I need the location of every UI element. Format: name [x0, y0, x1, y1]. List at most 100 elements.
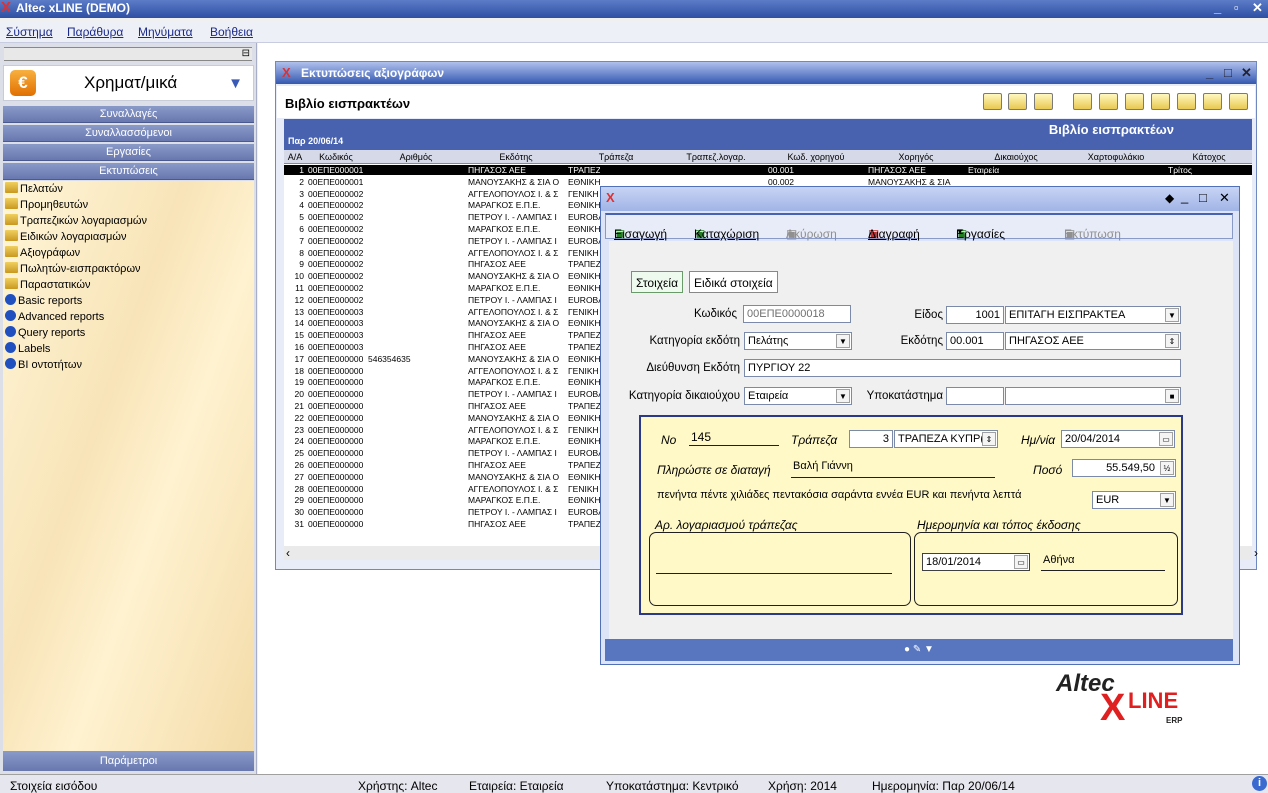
sidebar-section-partners[interactable]: Συναλλασσόμενοι [3, 125, 254, 142]
sidebar-item-query-reports[interactable]: Query reports [5, 326, 85, 339]
calendar-icon[interactable]: ▭ [1014, 555, 1028, 569]
diamond-icon[interactable]: ◆ [1165, 191, 1174, 205]
branch-select[interactable]: ■ [1005, 387, 1181, 405]
chevron-down-icon[interactable]: ▼ [228, 75, 243, 92]
wrench-icon[interactable]: ✎ [913, 644, 921, 655]
scroll-right-icon[interactable]: › [1254, 546, 1258, 560]
cheque-amount-field[interactable]: 55.549,50 ½ [1072, 459, 1176, 477]
scroll-left-icon[interactable]: ‹ [286, 546, 290, 560]
cheque-no-label: Νο [661, 433, 677, 447]
dropdown-arrow-icon[interactable]: ■ [1165, 389, 1179, 403]
table-cell: 2 [299, 176, 304, 187]
restore-icon[interactable]: ▫ [1234, 0, 1239, 15]
dropdown-arrow-icon[interactable]: ▼ [924, 644, 934, 655]
sidebar-item-documents[interactable]: Παραστατικών [5, 278, 91, 291]
menu-help[interactable]: Βοήθεια [210, 25, 253, 39]
cheque-payee-field[interactable]: Βαλή Γιάννη [793, 460, 853, 472]
calculator-icon[interactable]: ½ [1160, 461, 1174, 475]
issuer-code-field[interactable]: 00.001 [946, 332, 1004, 350]
pin-icon[interactable]: ⊟ [242, 48, 250, 59]
sidebar-item-bank-accounts[interactable]: Τραπεζικών λογαριασμών [5, 214, 147, 227]
close-icon[interactable]: ✕ [1241, 65, 1252, 81]
code-field[interactable]: 00ΕΠΕ0000018 [743, 305, 851, 323]
bank-account-label: Αρ. λογαριασμού τράπεζας [655, 518, 798, 532]
issuer-address-field[interactable]: ΠΥΡΓΙΟΥ 22 [744, 359, 1181, 377]
cheque-no-field[interactable]: 145 [691, 430, 711, 444]
sidebar-item-advanced-reports[interactable]: Advanced reports [5, 310, 104, 323]
report-window-titlebar[interactable]: X Εκτυπώσεις αξιογράφων _ □ ✕ [276, 62, 1256, 84]
settings-icon[interactable] [1073, 93, 1092, 110]
sidebar-item-suppliers[interactable]: Προμηθευτών [5, 198, 88, 211]
sidebar-item-salesmen[interactable]: Πωλητών-εισπρακτόρων [5, 262, 141, 275]
calendar-icon[interactable]: ▭ [1159, 432, 1173, 446]
cheque-bank-code-field[interactable]: 3 [849, 430, 893, 448]
tab-special-details[interactable]: Ειδικά στοιχεία [689, 271, 778, 293]
minimize-icon[interactable]: _ [1214, 0, 1221, 15]
sidebar-parameters-button[interactable]: Παράμετροι [3, 751, 254, 771]
branch-code-field[interactable] [946, 387, 1004, 405]
app-title: Altec xLINE (DEMO) [16, 1, 131, 15]
sidebar-section-tasks[interactable]: Εργασίες [3, 144, 254, 161]
menu-messages[interactable]: Μηνύματα [138, 25, 193, 39]
export-icon[interactable] [1099, 93, 1118, 110]
minimize-icon[interactable]: _ [1206, 65, 1213, 80]
minimize-icon[interactable]: _ [1181, 189, 1188, 204]
cheque-bank-select[interactable]: ΤΡΑΠΕΖΑ ΚΥΠΡ(⇕ [894, 430, 998, 448]
print-icon[interactable] [1203, 93, 1222, 110]
sidebar-section-transactions[interactable]: Συναλλαγές [3, 106, 254, 123]
sidebar-item-labels[interactable]: Labels [5, 342, 50, 355]
exit-icon[interactable] [1229, 93, 1248, 110]
table-cell: 00ΕΠΕ000002 [308, 235, 364, 246]
table-cell: 00ΕΠΕ000000 [308, 519, 364, 529]
table-cell: ΕΘΝΙΚΗ ΤΡΑΠΕΖΑ [568, 176, 600, 187]
maximize-icon[interactable]: □ [1224, 65, 1232, 80]
issue-place-field[interactable]: Αθήνα [1043, 554, 1074, 566]
dropdown-arrow-icon[interactable]: ▼ [1160, 493, 1174, 507]
save-icon[interactable] [1151, 93, 1170, 110]
menu-windows[interactable]: Παράθυρα [67, 25, 123, 39]
sidebar-item-securities[interactable]: Αξιογράφων [5, 246, 80, 259]
tab-details[interactable]: Στοιχεία [631, 271, 684, 293]
col-header: Χαρτοφυλάκιο [1087, 152, 1145, 162]
user-icon[interactable]: ● [904, 644, 910, 655]
maximize-icon[interactable]: □ [1199, 190, 1207, 205]
email-icon[interactable] [983, 93, 1002, 110]
sidebar-item-special-accounts[interactable]: Ειδικών λογαριασμών [5, 230, 126, 243]
close-icon[interactable]: ✕ [1252, 0, 1263, 16]
dropdown-arrow-icon[interactable]: ⇕ [982, 432, 996, 446]
sidebar-section-prints[interactable]: Εκτυπώσεις [3, 163, 254, 180]
sidebar-item-customers[interactable]: Πελατών [5, 182, 63, 195]
issue-date-field[interactable]: 18/01/2014 ▭ [922, 553, 1030, 571]
dropdown-arrow-icon[interactable]: ▼ [836, 389, 850, 403]
menu-system[interactable]: Σύστημα [6, 25, 53, 39]
search-icon[interactable] [1008, 93, 1027, 110]
zoom-icon[interactable] [1034, 93, 1053, 110]
issuer-category-select[interactable]: Πελάτης ▼ [744, 332, 852, 350]
issuer-select[interactable]: ΠΗΓΑΣΟΣ ΑΕΕ ⇕ [1005, 332, 1181, 350]
currency-select[interactable]: EUR ▼ [1092, 491, 1176, 509]
type-code-field[interactable]: 1001 [946, 306, 1004, 324]
beneficiary-category-select[interactable]: Εταιρεία ▼ [744, 387, 852, 405]
table-cell: 00ΕΠΕ000003 [308, 306, 364, 317]
dialog-titlebar[interactable]: X ◆ _ □ ✕ [601, 187, 1239, 211]
sidebar-item-basic-reports[interactable]: Basic reports [5, 294, 82, 307]
dropdown-arrow-icon[interactable]: ▼ [1165, 308, 1179, 322]
col-header: Χορηγός [898, 152, 934, 162]
table-cell: EUROBANK [568, 389, 600, 400]
dropdown-arrow-icon[interactable]: ⇕ [1165, 334, 1179, 348]
status-date: Ημερομηνία: Παρ 20/06/14 [872, 779, 1015, 793]
type-select[interactable]: ΕΠΙΤΑΓΗ ΕΙΣΠΡΑΚΤΕΑ ▼ [1005, 306, 1181, 324]
copy-icon[interactable] [1125, 93, 1144, 110]
sidebar-item-bi[interactable]: BI οντοτήτων [5, 358, 82, 371]
dropdown-arrow-icon[interactable]: ▼ [836, 334, 850, 348]
bank-account-field[interactable] [656, 573, 892, 574]
chart-icon[interactable] [1177, 93, 1196, 110]
close-icon[interactable]: ✕ [1219, 190, 1230, 206]
cheque-date-field[interactable]: 20/04/2014 ▭ [1061, 430, 1175, 448]
info-icon[interactable]: i [1252, 776, 1267, 791]
folder-icon [5, 230, 18, 241]
sidebar-dock-bar: ⊟ [4, 47, 252, 61]
sidebar-header[interactable]: € Χρηματ/μικά ▼ [3, 65, 254, 101]
table-row[interactable]: 1 00ΕΠΕ000001 ΠΗΓΑΣΟΣ ΑΕΕ ΤΡΑΠΕΖΑ ΚΥΠΡΟΥ 00.… [284, 165, 1252, 175]
table-cell: ΜΑΡΑΓΚΟΣ Ε.Π.Ε. [468, 200, 541, 211]
